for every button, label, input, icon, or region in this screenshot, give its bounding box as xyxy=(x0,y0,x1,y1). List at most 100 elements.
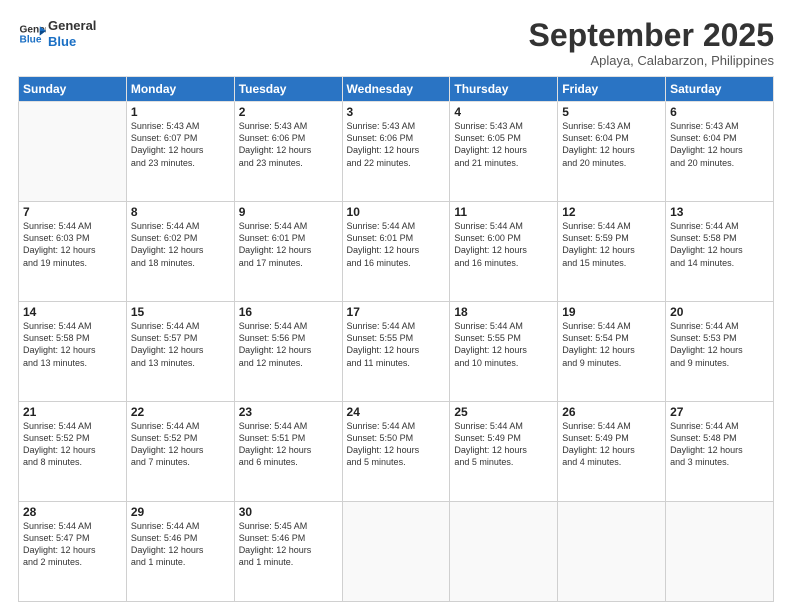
day-number: 18 xyxy=(454,305,553,319)
day-info: Sunrise: 5:44 AM Sunset: 5:52 PM Dayligh… xyxy=(23,420,122,469)
day-info: Sunrise: 5:44 AM Sunset: 5:50 PM Dayligh… xyxy=(347,420,446,469)
day-info: Sunrise: 5:44 AM Sunset: 5:54 PM Dayligh… xyxy=(562,320,661,369)
day-number: 17 xyxy=(347,305,446,319)
day-number: 27 xyxy=(670,405,769,419)
day-number: 20 xyxy=(670,305,769,319)
calendar-day-cell: 23Sunrise: 5:44 AM Sunset: 5:51 PM Dayli… xyxy=(234,402,342,502)
calendar-day-cell xyxy=(342,502,450,602)
day-number: 13 xyxy=(670,205,769,219)
day-info: Sunrise: 5:44 AM Sunset: 5:53 PM Dayligh… xyxy=(670,320,769,369)
calendar-day-cell: 18Sunrise: 5:44 AM Sunset: 5:55 PM Dayli… xyxy=(450,302,558,402)
location-title: Aplaya, Calabarzon, Philippines xyxy=(529,53,774,68)
day-info: Sunrise: 5:44 AM Sunset: 5:58 PM Dayligh… xyxy=(23,320,122,369)
calendar-day-cell xyxy=(666,502,774,602)
calendar-day-cell xyxy=(450,502,558,602)
day-number: 26 xyxy=(562,405,661,419)
day-info: Sunrise: 5:45 AM Sunset: 5:46 PM Dayligh… xyxy=(239,520,338,569)
day-number: 29 xyxy=(131,505,230,519)
day-info: Sunrise: 5:44 AM Sunset: 6:03 PM Dayligh… xyxy=(23,220,122,269)
calendar-day-cell: 15Sunrise: 5:44 AM Sunset: 5:57 PM Dayli… xyxy=(126,302,234,402)
calendar-day-cell: 11Sunrise: 5:44 AM Sunset: 6:00 PM Dayli… xyxy=(450,202,558,302)
calendar-day-cell: 6Sunrise: 5:43 AM Sunset: 6:04 PM Daylig… xyxy=(666,102,774,202)
day-info: Sunrise: 5:43 AM Sunset: 6:06 PM Dayligh… xyxy=(347,120,446,169)
day-info: Sunrise: 5:44 AM Sunset: 5:49 PM Dayligh… xyxy=(454,420,553,469)
day-number: 25 xyxy=(454,405,553,419)
calendar-body: 1Sunrise: 5:43 AM Sunset: 6:07 PM Daylig… xyxy=(19,102,774,602)
calendar-day-cell: 12Sunrise: 5:44 AM Sunset: 5:59 PM Dayli… xyxy=(558,202,666,302)
weekday-header-cell: Sunday xyxy=(19,77,127,102)
calendar-day-cell: 3Sunrise: 5:43 AM Sunset: 6:06 PM Daylig… xyxy=(342,102,450,202)
header-row: General Blue General Blue September 2025… xyxy=(18,18,774,68)
day-number: 12 xyxy=(562,205,661,219)
calendar-day-cell: 26Sunrise: 5:44 AM Sunset: 5:49 PM Dayli… xyxy=(558,402,666,502)
day-info: Sunrise: 5:43 AM Sunset: 6:04 PM Dayligh… xyxy=(562,120,661,169)
day-number: 16 xyxy=(239,305,338,319)
day-number: 1 xyxy=(131,105,230,119)
calendar-day-cell: 30Sunrise: 5:45 AM Sunset: 5:46 PM Dayli… xyxy=(234,502,342,602)
calendar-week-row: 28Sunrise: 5:44 AM Sunset: 5:47 PM Dayli… xyxy=(19,502,774,602)
calendar-day-cell: 10Sunrise: 5:44 AM Sunset: 6:01 PM Dayli… xyxy=(342,202,450,302)
calendar-day-cell: 20Sunrise: 5:44 AM Sunset: 5:53 PM Dayli… xyxy=(666,302,774,402)
day-number: 19 xyxy=(562,305,661,319)
day-info: Sunrise: 5:43 AM Sunset: 6:04 PM Dayligh… xyxy=(670,120,769,169)
calendar-day-cell: 22Sunrise: 5:44 AM Sunset: 5:52 PM Dayli… xyxy=(126,402,234,502)
calendar-day-cell: 17Sunrise: 5:44 AM Sunset: 5:55 PM Dayli… xyxy=(342,302,450,402)
calendar-day-cell: 21Sunrise: 5:44 AM Sunset: 5:52 PM Dayli… xyxy=(19,402,127,502)
day-number: 30 xyxy=(239,505,338,519)
day-number: 21 xyxy=(23,405,122,419)
logo-icon: General Blue xyxy=(18,20,46,48)
calendar-day-cell xyxy=(19,102,127,202)
day-info: Sunrise: 5:44 AM Sunset: 5:55 PM Dayligh… xyxy=(347,320,446,369)
weekday-header-row: SundayMondayTuesdayWednesdayThursdayFrid… xyxy=(19,77,774,102)
calendar-week-row: 1Sunrise: 5:43 AM Sunset: 6:07 PM Daylig… xyxy=(19,102,774,202)
day-info: Sunrise: 5:43 AM Sunset: 6:07 PM Dayligh… xyxy=(131,120,230,169)
day-number: 6 xyxy=(670,105,769,119)
calendar-day-cell: 5Sunrise: 5:43 AM Sunset: 6:04 PM Daylig… xyxy=(558,102,666,202)
weekday-header-cell: Thursday xyxy=(450,77,558,102)
day-number: 11 xyxy=(454,205,553,219)
logo-line1: General xyxy=(48,18,96,34)
calendar-day-cell: 7Sunrise: 5:44 AM Sunset: 6:03 PM Daylig… xyxy=(19,202,127,302)
calendar-day-cell: 9Sunrise: 5:44 AM Sunset: 6:01 PM Daylig… xyxy=(234,202,342,302)
calendar-day-cell: 2Sunrise: 5:43 AM Sunset: 6:06 PM Daylig… xyxy=(234,102,342,202)
day-info: Sunrise: 5:44 AM Sunset: 6:02 PM Dayligh… xyxy=(131,220,230,269)
calendar-day-cell: 25Sunrise: 5:44 AM Sunset: 5:49 PM Dayli… xyxy=(450,402,558,502)
title-block: September 2025 Aplaya, Calabarzon, Phili… xyxy=(529,18,774,68)
calendar-day-cell: 27Sunrise: 5:44 AM Sunset: 5:48 PM Dayli… xyxy=(666,402,774,502)
day-info: Sunrise: 5:44 AM Sunset: 5:48 PM Dayligh… xyxy=(670,420,769,469)
calendar-day-cell: 4Sunrise: 5:43 AM Sunset: 6:05 PM Daylig… xyxy=(450,102,558,202)
day-number: 14 xyxy=(23,305,122,319)
day-number: 28 xyxy=(23,505,122,519)
calendar-day-cell: 8Sunrise: 5:44 AM Sunset: 6:02 PM Daylig… xyxy=(126,202,234,302)
day-info: Sunrise: 5:44 AM Sunset: 5:52 PM Dayligh… xyxy=(131,420,230,469)
calendar-day-cell: 28Sunrise: 5:44 AM Sunset: 5:47 PM Dayli… xyxy=(19,502,127,602)
calendar-day-cell: 19Sunrise: 5:44 AM Sunset: 5:54 PM Dayli… xyxy=(558,302,666,402)
day-info: Sunrise: 5:44 AM Sunset: 5:55 PM Dayligh… xyxy=(454,320,553,369)
weekday-header-cell: Friday xyxy=(558,77,666,102)
day-info: Sunrise: 5:44 AM Sunset: 5:57 PM Dayligh… xyxy=(131,320,230,369)
calendar-day-cell: 16Sunrise: 5:44 AM Sunset: 5:56 PM Dayli… xyxy=(234,302,342,402)
calendar-day-cell: 1Sunrise: 5:43 AM Sunset: 6:07 PM Daylig… xyxy=(126,102,234,202)
weekday-header-cell: Monday xyxy=(126,77,234,102)
calendar-day-cell: 24Sunrise: 5:44 AM Sunset: 5:50 PM Dayli… xyxy=(342,402,450,502)
day-number: 9 xyxy=(239,205,338,219)
day-number: 22 xyxy=(131,405,230,419)
day-info: Sunrise: 5:43 AM Sunset: 6:05 PM Dayligh… xyxy=(454,120,553,169)
weekday-header-cell: Saturday xyxy=(666,77,774,102)
day-info: Sunrise: 5:43 AM Sunset: 6:06 PM Dayligh… xyxy=(239,120,338,169)
calendar-week-row: 7Sunrise: 5:44 AM Sunset: 6:03 PM Daylig… xyxy=(19,202,774,302)
day-info: Sunrise: 5:44 AM Sunset: 5:59 PM Dayligh… xyxy=(562,220,661,269)
svg-text:Blue: Blue xyxy=(20,34,42,45)
calendar-day-cell: 14Sunrise: 5:44 AM Sunset: 5:58 PM Dayli… xyxy=(19,302,127,402)
day-info: Sunrise: 5:44 AM Sunset: 5:46 PM Dayligh… xyxy=(131,520,230,569)
calendar-week-row: 21Sunrise: 5:44 AM Sunset: 5:52 PM Dayli… xyxy=(19,402,774,502)
logo: General Blue General Blue xyxy=(18,18,96,49)
day-info: Sunrise: 5:44 AM Sunset: 6:01 PM Dayligh… xyxy=(347,220,446,269)
day-number: 3 xyxy=(347,105,446,119)
day-number: 4 xyxy=(454,105,553,119)
day-number: 15 xyxy=(131,305,230,319)
calendar-day-cell: 13Sunrise: 5:44 AM Sunset: 5:58 PM Dayli… xyxy=(666,202,774,302)
day-number: 24 xyxy=(347,405,446,419)
weekday-header-cell: Wednesday xyxy=(342,77,450,102)
calendar-day-cell: 29Sunrise: 5:44 AM Sunset: 5:46 PM Dayli… xyxy=(126,502,234,602)
